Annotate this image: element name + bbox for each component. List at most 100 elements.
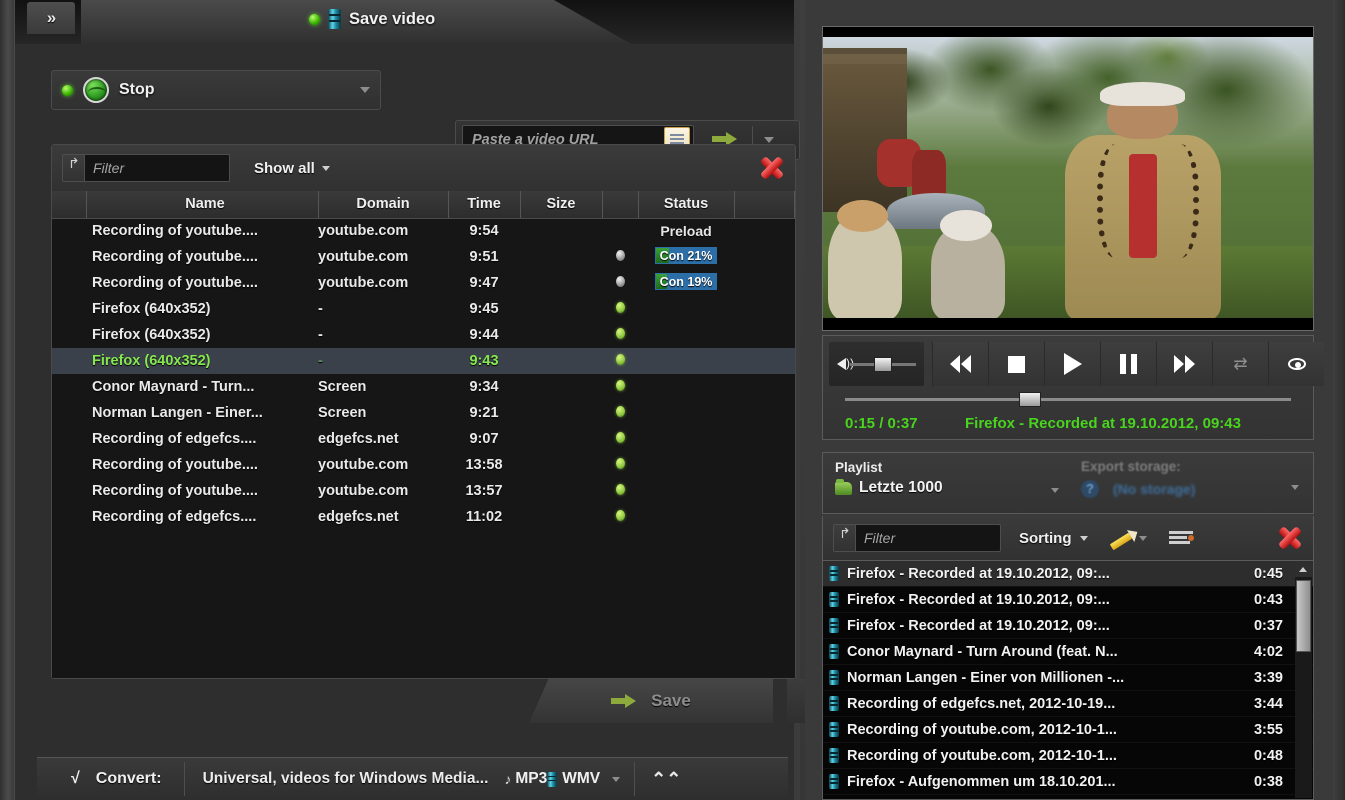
row-spacer [734, 374, 795, 400]
convert-chevron-down-icon[interactable] [612, 776, 621, 782]
seek-bar[interactable] [845, 392, 1291, 407]
list-item[interactable]: Recording of youtube.com, 2012-10-1... 3:… [823, 717, 1313, 743]
col-indicator[interactable] [602, 191, 639, 219]
url-chevron-down-icon[interactable] [764, 137, 774, 143]
playlist-scrollbar[interactable] [1295, 562, 1312, 798]
table-row[interactable]: Recording of youtube.... youtube.com 9:54 P… [52, 218, 795, 244]
col-time[interactable]: Time [448, 191, 521, 219]
col-domain[interactable]: Domain [318, 191, 449, 219]
col-icon[interactable] [52, 191, 87, 219]
rewind-button[interactable] [932, 342, 988, 386]
volume-slider-thumb[interactable] [874, 356, 892, 372]
video-preview[interactable] [822, 26, 1314, 331]
edit-pencil-icon[interactable] [1108, 527, 1136, 549]
expand-chevrons-up-icon[interactable]: ⌃⌃ [651, 769, 681, 790]
stop-chevron-down-icon[interactable] [360, 87, 370, 93]
stop-recording-control[interactable]: Stop [51, 70, 381, 110]
tab-chevron-down-icon[interactable] [621, 19, 631, 25]
show-all-dropdown[interactable]: Show all [254, 160, 330, 177]
row-time: 9:51 [469, 249, 499, 265]
shuffle-icon: ⇄ [1233, 354, 1248, 373]
table-row[interactable]: Recording of youtube.... youtube.com 9:47 C… [52, 270, 795, 296]
export-chevron-down-icon[interactable] [1291, 485, 1299, 490]
pause-button[interactable] [1100, 342, 1156, 386]
row-status [638, 452, 734, 478]
preview-toggle-button[interactable] [1268, 342, 1324, 386]
filter-enter-icon[interactable] [834, 525, 856, 551]
help-icon[interactable]: ? [1081, 480, 1099, 498]
volume-control[interactable] [829, 342, 924, 386]
save-button[interactable]: Save [529, 679, 773, 723]
row-domain: youtube.com [318, 223, 409, 240]
tab-save-video[interactable]: Save video [81, 0, 631, 44]
list-item[interactable]: Firefox - Recorded at 19.10.2012, 09:...… [823, 561, 1313, 587]
row-size [520, 426, 602, 452]
downloads-filter-field[interactable] [62, 154, 230, 182]
playlist-chevron-down-icon[interactable] [1051, 488, 1059, 493]
list-item[interactable]: Conor Maynard - Turn Around (feat. N... 4… [823, 639, 1313, 665]
playlist-filter-field[interactable] [833, 524, 1001, 552]
row-spacer [734, 270, 795, 296]
status-progress-bar: Con 19% [655, 272, 717, 290]
audio-format-label[interactable]: MP3 [515, 770, 547, 788]
list-item-title: Recording of youtube.com, 2012-10-1... [847, 747, 1117, 764]
play-button[interactable] [1044, 342, 1100, 386]
video-format-label[interactable]: WMV [562, 770, 600, 788]
seek-thumb[interactable] [1019, 392, 1041, 407]
list-item[interactable]: Recording of edgefcs.net, 2012-10-19... 3… [823, 691, 1313, 717]
row-size [520, 218, 602, 244]
table-row[interactable]: Firefox (640x352) - 9:44 [52, 322, 795, 348]
scrollbar-up-arrow[interactable] [1295, 562, 1312, 577]
seek-track[interactable] [845, 398, 1291, 401]
list-item[interactable]: Firefox - Recorded at 19.10.2012, 09:...… [823, 587, 1313, 613]
row-name: Recording of youtube.... [92, 249, 258, 265]
clear-playlist-button[interactable] [1277, 526, 1303, 550]
volume-slider[interactable] [850, 356, 916, 372]
clear-downloads-button[interactable] [759, 156, 785, 180]
collapse-sidebar-button[interactable]: » [27, 2, 75, 34]
table-row[interactable]: Firefox (640x352) - 9:45 [52, 296, 795, 322]
row-type-icon-cell [52, 270, 86, 296]
list-item[interactable]: Firefox - Recorded at 19.10.2012, 09:...… [823, 613, 1313, 639]
filter-enter-icon[interactable] [63, 155, 85, 181]
row-status: Con 19% [638, 270, 734, 296]
list-item[interactable]: Recording of youtube.com, 2012-10-1... 0:… [823, 743, 1313, 769]
fast-forward-button[interactable] [1156, 342, 1212, 386]
table-row[interactable]: Recording of youtube.... youtube.com 9:51 C… [52, 244, 795, 270]
export-storage-value[interactable]: (No storage) [1113, 481, 1195, 497]
col-status[interactable]: Status [638, 191, 735, 219]
sorting-dropdown[interactable]: Sorting [1019, 530, 1088, 547]
list-item-title: Firefox - Recorded at 19.10.2012, 09:... [847, 617, 1110, 634]
row-spacer [734, 504, 795, 530]
row-domain: Screen [318, 405, 367, 421]
table-row[interactable]: Recording of youtube.... youtube.com 13:58 [52, 452, 795, 478]
list-options-icon[interactable] [1168, 530, 1194, 546]
table-row[interactable]: Recording of youtube.... youtube.com 13:57 [52, 478, 795, 504]
table-row[interactable]: Norman Langen - Einer... Screen 9:21 [52, 400, 795, 426]
row-time: 9:54 [469, 223, 499, 240]
convert-preset-label[interactable]: Universal, videos for Windows Media... [203, 770, 489, 788]
row-indicator [602, 426, 638, 452]
table-row[interactable]: Conor Maynard - Turn... Screen 9:34 [52, 374, 795, 400]
playlist-list[interactable]: Firefox - Recorded at 19.10.2012, 09:...… [822, 560, 1314, 800]
playlist-selector[interactable]: Letzte 1000 [835, 478, 943, 497]
downloads-table-wrapper[interactable]: Name Domain Time Size Status Recording o… [52, 191, 795, 678]
player-extra-controls: ⇄ [1212, 342, 1324, 386]
shuffle-button[interactable]: ⇄ [1212, 342, 1268, 386]
table-row[interactable]: Recording of edgefcs.... edgefcs.net 11:02 [52, 504, 795, 530]
col-name[interactable]: Name [86, 191, 319, 219]
downloads-table: Name Domain Time Size Status Recording o… [52, 191, 795, 530]
col-size[interactable]: Size [520, 191, 603, 219]
play-icon [1063, 353, 1082, 375]
list-item-duration: 3:44 [1253, 695, 1283, 712]
list-item[interactable]: Norman Langen - Einer von Millionen -...… [823, 665, 1313, 691]
table-row[interactable]: Recording of edgefcs.... edgefcs.net 9:07 [52, 426, 795, 452]
table-row[interactable]: Firefox (640x352) -9:43 [52, 348, 795, 374]
video-film-icon-small [547, 771, 558, 787]
stop-button[interactable] [988, 342, 1044, 386]
convert-checkbox[interactable]: √ [71, 770, 80, 788]
playlist-filter-input[interactable] [856, 530, 976, 546]
downloads-filter-input[interactable] [85, 160, 205, 176]
scrollbar-thumb[interactable] [1296, 580, 1311, 652]
list-item[interactable]: Firefox - Aufgenommen um 18.10.201... 0:3… [823, 769, 1313, 795]
